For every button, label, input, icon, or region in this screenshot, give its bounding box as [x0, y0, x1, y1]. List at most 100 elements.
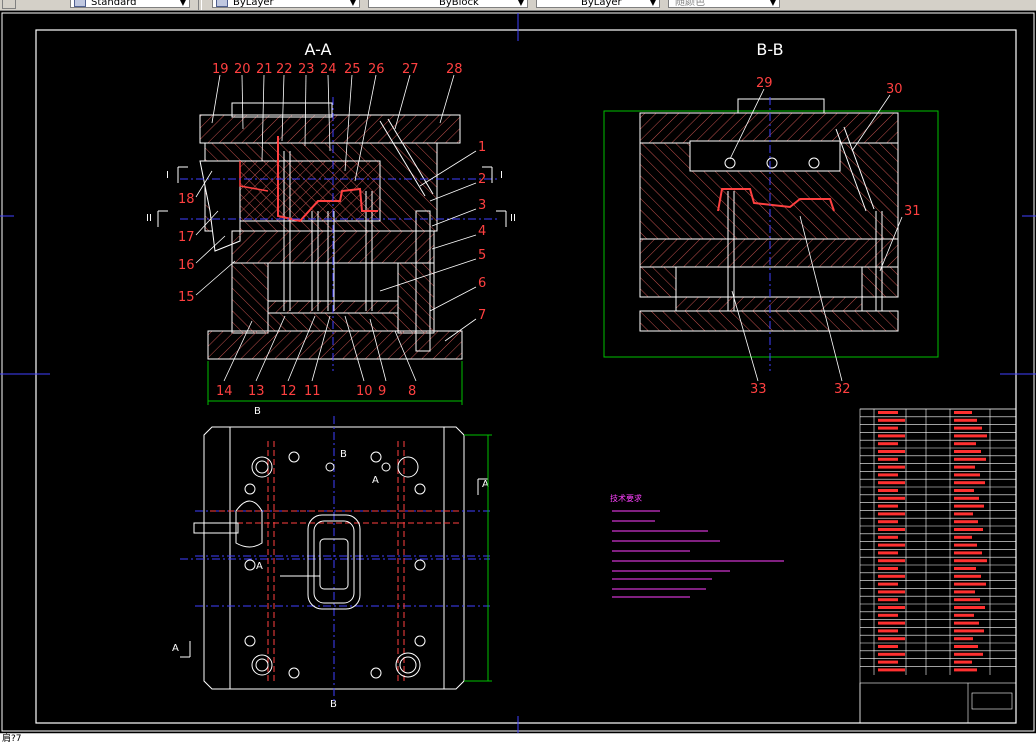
callout-label: 15 [178, 290, 195, 305]
toolbar-grip[interactable] [2, 0, 16, 9]
table-row-text [878, 613, 898, 617]
table-row-text [878, 559, 905, 563]
text-style-select[interactable]: Standard ▼ [70, 0, 190, 8]
table-row-text [954, 481, 985, 485]
callout-label: 30 [886, 82, 903, 97]
section-mark-label: A [172, 643, 179, 654]
table-row-text [954, 652, 983, 656]
callout-label: 27 [402, 62, 419, 77]
toolbar-separator [198, 0, 202, 10]
table-row-text [878, 442, 898, 446]
table-row-text [878, 637, 905, 641]
linetype-value: ByBlock [439, 0, 479, 8]
table-row-text [954, 590, 975, 594]
color-swatch-icon [216, 0, 228, 7]
table-row-text [954, 465, 975, 469]
callout-label: 3 [478, 198, 486, 213]
callout-label: 33 [750, 382, 767, 397]
table-row-text [878, 598, 898, 602]
table-row-text [878, 621, 905, 625]
technical-notes: 技术要求 [610, 493, 784, 598]
table-row-text [878, 457, 898, 461]
table-row-text [954, 613, 974, 617]
text-style-icon [74, 0, 86, 7]
table-row-text [954, 473, 980, 477]
section-mark-label: A [372, 475, 379, 486]
callout-label: 22 [276, 62, 293, 77]
command-line[interactable]: 肩?7 [0, 733, 1036, 744]
section-mark-label: I [500, 170, 503, 181]
callout-label: 23 [298, 62, 315, 77]
table-row-text [878, 574, 905, 578]
table-row-text [954, 520, 978, 524]
section-aa-title: A-A [305, 40, 332, 59]
table-row-text [878, 660, 898, 664]
plot-style-select[interactable]: 随颜色 ▼ [668, 0, 780, 8]
table-row-text [878, 528, 905, 531]
linetype-select[interactable]: ByBlock ▼ [368, 0, 528, 8]
table-row-text [878, 668, 905, 672]
drawing-canvas[interactable]: A-A 19 20 21 22 23 24 25 26 27 28 1 2 3 … [0, 11, 1036, 733]
chevron-down-icon: ▼ [769, 0, 777, 7]
callout-label: 12 [280, 384, 297, 399]
table-row-text [954, 535, 972, 539]
callout-label: 24 [320, 62, 337, 77]
callout-label: 10 [356, 384, 373, 399]
table-row-text [954, 551, 982, 555]
table-row-text [954, 621, 979, 625]
table-row-text [954, 489, 974, 492]
table-row-text [878, 543, 905, 547]
text-style-value: Standard [91, 0, 137, 8]
table-row-text [954, 645, 978, 648]
table-row-text [954, 559, 987, 563]
callout-label: 16 [178, 258, 195, 273]
table-row-text [878, 465, 905, 469]
table-row-text [878, 504, 898, 508]
table-row-text [878, 629, 898, 633]
table-row-text [878, 582, 898, 586]
table-row-text [954, 528, 983, 531]
plan-view[interactable] [180, 416, 492, 701]
table-row-text [878, 606, 905, 609]
callout-label: 25 [344, 62, 361, 77]
table-row-text [954, 606, 985, 609]
callout-label: 13 [248, 384, 265, 399]
section-mark-label: I [166, 170, 169, 181]
callout-label: 18 [178, 192, 195, 207]
table-row-text [954, 496, 979, 500]
section-bb-title: B-B [756, 40, 783, 59]
callout-label: 28 [446, 62, 463, 77]
layer-value: ByLayer [233, 0, 274, 8]
table-row-text [878, 473, 898, 477]
layer-select[interactable]: ByLayer ▼ [212, 0, 360, 8]
table-row-text [954, 582, 986, 586]
table-row-text [878, 520, 898, 524]
table-row-text [954, 442, 976, 446]
lineweight-select[interactable]: ByLayer ▼ [536, 0, 660, 8]
section-mark-label: II [146, 213, 152, 224]
section-mark-label: B [340, 449, 347, 460]
table-row-text [878, 450, 905, 453]
section-mark-label: A [256, 561, 263, 572]
callout-label: 14 [216, 384, 233, 399]
table-row-text [878, 496, 905, 500]
chevron-down-icon: ▼ [349, 0, 357, 7]
callout-label: 11 [304, 384, 321, 399]
section-aa-view[interactable]: A-A [180, 40, 500, 405]
table-row-text [954, 629, 984, 633]
callout-label: 7 [478, 308, 486, 323]
table-row-text [954, 574, 981, 578]
table-row-text [954, 660, 972, 664]
callout-label: 4 [478, 224, 486, 239]
table-row-text [878, 489, 898, 492]
table-row-text [954, 426, 982, 430]
table-row-text [954, 418, 977, 422]
table-row-text [878, 418, 905, 422]
chevron-down-icon: ▼ [179, 0, 187, 7]
table-row-text [954, 668, 977, 672]
callout-label: 29 [756, 76, 773, 91]
table-row-text [954, 637, 973, 641]
table-row-text [878, 481, 905, 485]
callout-label: 2 [478, 172, 486, 187]
callout-label: 5 [478, 248, 486, 263]
